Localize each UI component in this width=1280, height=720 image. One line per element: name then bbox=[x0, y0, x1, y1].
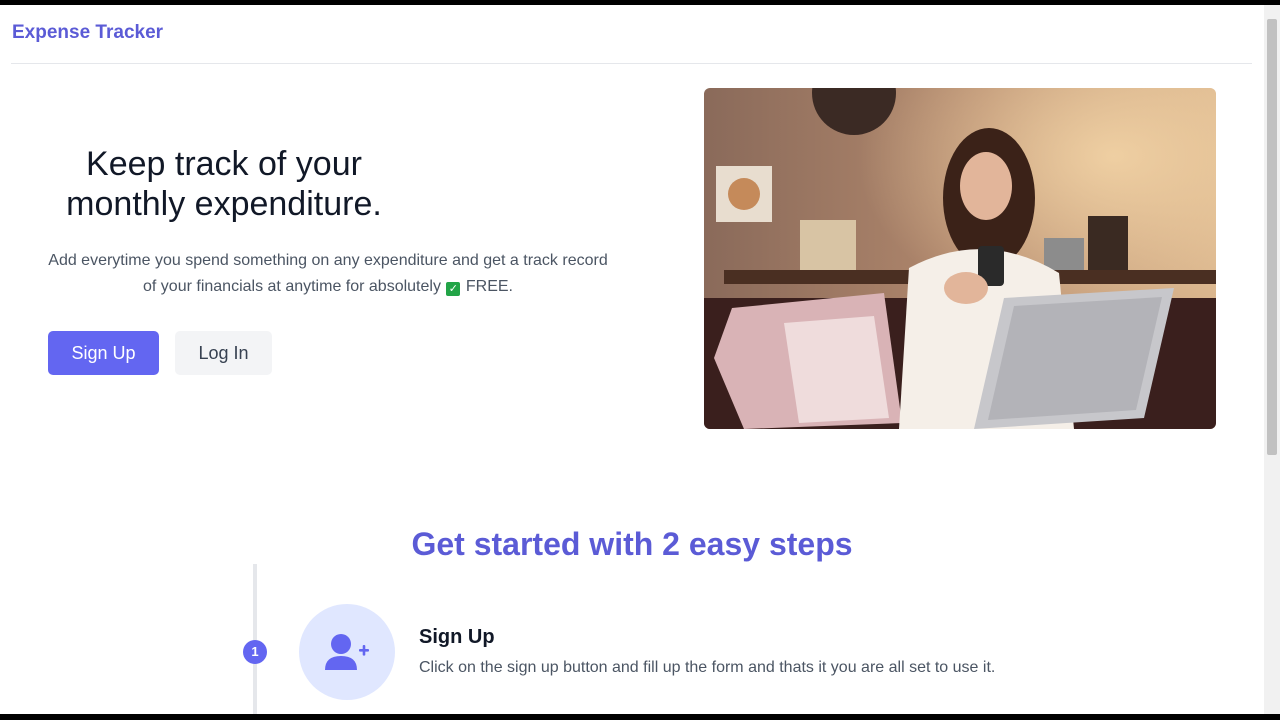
step-icon-container bbox=[299, 604, 395, 700]
window-bottom-border bbox=[0, 714, 1280, 720]
step-number-badge: 1 bbox=[243, 640, 267, 664]
hero-description-free: FREE. bbox=[465, 278, 513, 295]
check-box-icon: ✓ bbox=[446, 282, 461, 296]
brand-logo-link[interactable]: Expense Tracker bbox=[12, 22, 163, 44]
scrollbar-thumb[interactable] bbox=[1267, 19, 1277, 455]
timeline-line bbox=[253, 564, 257, 714]
hero-description-text: Add everytime you spend something on any… bbox=[48, 252, 608, 295]
steps-heading: Get started with 2 easy steps bbox=[411, 526, 853, 562]
vertical-scrollbar[interactable] bbox=[1264, 5, 1280, 714]
step-title: Sign Up bbox=[419, 626, 495, 648]
hero-title-line1: Keep track of your bbox=[86, 145, 362, 183]
navbar-divider bbox=[11, 63, 1252, 64]
hero-title-line2: monthly expenditure. bbox=[66, 185, 382, 223]
login-button[interactable]: Log In bbox=[175, 331, 272, 375]
step-description: Click on the sign up button and fill up … bbox=[419, 659, 996, 676]
hero-photo-illustration bbox=[704, 88, 1216, 429]
user-plus-icon bbox=[325, 634, 369, 670]
hero-image bbox=[704, 88, 1216, 429]
signup-button[interactable]: Sign Up bbox=[48, 331, 159, 375]
hero-description: Add everytime you spend something on any… bbox=[48, 248, 608, 300]
hero-title: Keep track of your monthly expenditure. bbox=[20, 144, 428, 224]
navbar: Expense Tracker bbox=[0, 5, 1264, 63]
